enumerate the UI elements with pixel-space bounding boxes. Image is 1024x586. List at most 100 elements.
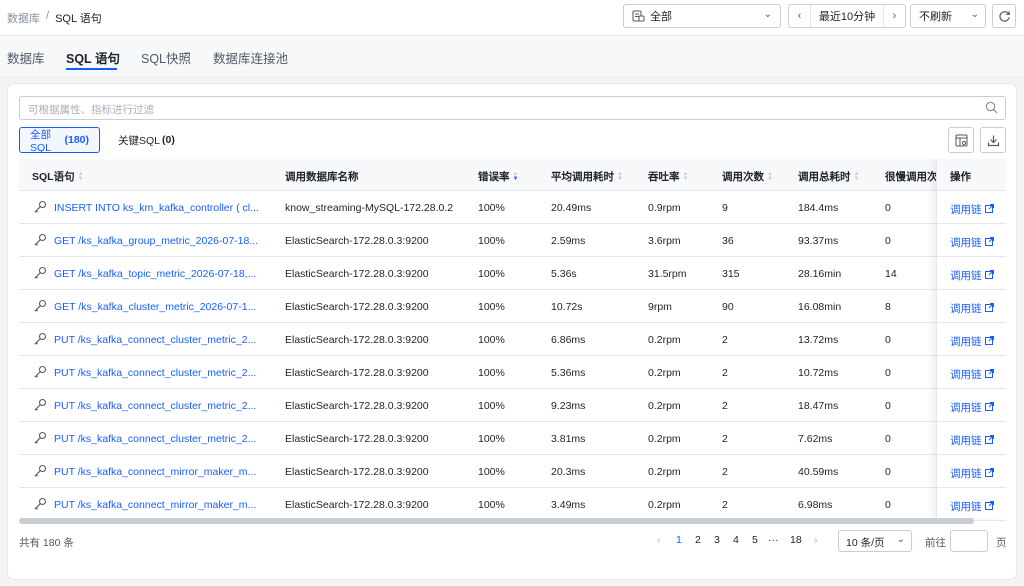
table-row-op: 调用链 <box>937 356 1006 389</box>
cell-slow-calls: 14 <box>885 268 897 280</box>
cell-error-rate: 100% <box>478 400 505 412</box>
page-number[interactable]: 18 <box>790 534 802 546</box>
breadcrumb: 数据库 / SQL 语句 <box>7 10 102 26</box>
scope-select[interactable]: 全部 ⌄ <box>623 4 781 28</box>
trace-link[interactable]: 调用链 <box>950 400 994 415</box>
cell-sql[interactable]: GET /ks_kafka_group_metric_2026-07-18... <box>54 235 258 247</box>
external-link-icon <box>984 500 994 513</box>
sort-icon[interactable]: ▲ ▼ <box>513 171 519 182</box>
cell-sql[interactable]: PUT /ks_kafka_connect_mirror_maker_m... <box>54 499 256 511</box>
cell-calls: 2 <box>722 400 728 412</box>
sort-icon[interactable]: ▲ ▼ <box>767 171 773 182</box>
cell-db: ElasticSearch-172.28.0.3:9200 <box>285 433 429 445</box>
cell-db: ElasticSearch-172.28.0.3:9200 <box>285 466 429 478</box>
external-link-icon <box>984 401 994 414</box>
scope-select-value: 全部 <box>650 11 672 23</box>
cell-sql[interactable]: GET /ks_kafka_cluster_metric_2026-07-1..… <box>54 301 256 313</box>
cell-total-time: 16.08min <box>798 301 842 313</box>
cell-sql[interactable]: INSERT INTO ks_km_kafka_controller ( cl.… <box>54 202 259 214</box>
page-number[interactable]: 3 <box>714 534 720 546</box>
trace-link[interactable]: 调用链 <box>950 367 994 382</box>
column-settings-button[interactable] <box>948 127 974 153</box>
page-ellipsis[interactable]: ··· <box>768 534 779 546</box>
filter-input[interactable]: 可根据属性、指标进行过滤 <box>19 96 1006 120</box>
trace-link[interactable]: 调用链 <box>950 334 994 349</box>
sort-icon[interactable]: ▲ ▼ <box>617 171 623 182</box>
column-header-db: 调用数据库名称 <box>285 169 359 184</box>
active-tab-indicator <box>66 68 117 70</box>
trace-link[interactable]: 调用链 <box>950 235 994 250</box>
sort-icon[interactable]: ▲ ▼ <box>683 171 689 182</box>
trace-link[interactable]: 调用链 <box>950 301 994 316</box>
cell-avg-time: 5.36s <box>551 268 577 280</box>
goto-page-input[interactable] <box>950 530 988 552</box>
cell-throughput: 31.5rpm <box>648 268 687 280</box>
cell-slow-calls: 8 <box>885 301 891 313</box>
page-number[interactable]: 5 <box>752 534 758 546</box>
tab-connection-pool[interactable]: 数据库连接池 <box>213 48 288 67</box>
segment-all-sql[interactable]: 全部SQL (180) <box>19 127 100 154</box>
cell-sql[interactable]: PUT /ks_kafka_connect_cluster_metric_2..… <box>54 433 256 445</box>
cell-sql[interactable]: PUT /ks_kafka_connect_mirror_maker_m... <box>54 466 256 478</box>
table-row-op: 调用链 <box>937 257 1006 290</box>
tab-database[interactable]: 数据库 <box>7 48 45 67</box>
column-header-total-time[interactable]: 调用总耗时 ▲ ▼ <box>798 169 859 184</box>
prev-page-icon[interactable]: ‹ <box>657 534 661 546</box>
cell-sql[interactable]: PUT /ks_kafka_connect_cluster_metric_2..… <box>54 367 256 379</box>
time-range-value[interactable]: 最近10分钟 <box>811 8 883 24</box>
trace-link[interactable]: 调用链 <box>950 433 994 448</box>
trace-link-label: 调用链 <box>950 435 982 447</box>
external-link-icon <box>984 236 994 249</box>
external-link-icon <box>984 467 994 480</box>
breadcrumb-current: SQL 语句 <box>55 13 102 25</box>
trace-link-label: 调用链 <box>950 270 982 282</box>
filter-placeholder: 可根据属性、指标进行过滤 <box>28 104 154 116</box>
table-row-op: 调用链 <box>937 323 1006 356</box>
column-header-throughput-label: 吞吐率 <box>648 171 680 183</box>
sort-icon[interactable]: ▲ ▼ <box>854 171 860 182</box>
tab-sql-snapshot[interactable]: SQL快照 <box>141 48 191 67</box>
column-header-error-rate[interactable]: 错误率 ▲ ▼ <box>478 169 518 184</box>
trace-link[interactable]: 调用链 <box>950 499 994 514</box>
trace-link-label: 调用链 <box>950 204 982 216</box>
page-size-value: 10 条/页 <box>846 537 885 549</box>
column-header-db-label: 调用数据库名称 <box>285 171 359 183</box>
page-number[interactable]: 1 <box>676 534 682 546</box>
breadcrumb-root[interactable]: 数据库 <box>7 10 40 26</box>
tab-sql-statements[interactable]: SQL 语句 <box>66 48 120 67</box>
cell-total-time: 40.59ms <box>798 466 839 478</box>
trace-link-label: 调用链 <box>950 468 982 480</box>
chevron-right-icon[interactable]: › <box>883 5 905 27</box>
table-row-op: 调用链 <box>937 455 1006 488</box>
sort-icon[interactable]: ▲ ▼ <box>78 171 84 182</box>
refresh-interval-select[interactable]: 不刷新 ⌄ <box>910 4 986 28</box>
download-button[interactable] <box>980 127 1006 153</box>
search-icon[interactable] <box>985 101 998 117</box>
column-header-sql[interactable]: SQL语句 ▲ ▼ <box>32 169 84 184</box>
column-header-sql-label: SQL语句 <box>32 171 75 183</box>
next-page-icon[interactable]: › <box>814 534 818 546</box>
column-header-calls[interactable]: 调用次数 ▲ ▼ <box>722 169 773 184</box>
page-size-select[interactable]: 10 条/页 ⌄ <box>838 530 912 552</box>
page-number[interactable]: 2 <box>695 534 701 546</box>
page-number[interactable]: 4 <box>733 534 739 546</box>
cell-error-rate: 100% <box>478 235 505 247</box>
cell-sql[interactable]: PUT /ks_kafka_connect_cluster_metric_2..… <box>54 334 256 346</box>
chevron-left-icon[interactable]: ‹ <box>789 5 811 27</box>
column-header-avg-time[interactable]: 平均调用耗时 ▲ ▼ <box>551 169 623 184</box>
cell-sql[interactable]: GET /ks_kafka_topic_metric_2026-07-18,..… <box>54 268 256 280</box>
segment-key-sql[interactable]: 关键SQL (0) <box>108 127 185 153</box>
key-icon <box>33 365 47 382</box>
column-header-throughput[interactable]: 吞吐率 ▲ ▼ <box>648 169 688 184</box>
cell-sql[interactable]: PUT /ks_kafka_connect_cluster_metric_2..… <box>54 400 256 412</box>
trace-link[interactable]: 调用链 <box>950 268 994 283</box>
cell-throughput: 0.2rpm <box>648 367 681 379</box>
cell-error-rate: 100% <box>478 433 505 445</box>
table-header: SQL语句 ▲ ▼ 调用数据库名称 错误率 ▲ ▼ 平均调用耗时 ▲ ▼ 吞吐率 ▲ ▼ 调用次… <box>19 159 1006 191</box>
refresh-button[interactable] <box>992 4 1016 28</box>
segment-key-label: 关键SQL <box>118 134 161 147</box>
trace-link[interactable]: 调用链 <box>950 202 994 217</box>
cell-total-time: 13.72ms <box>798 334 839 346</box>
trace-link[interactable]: 调用链 <box>950 466 994 481</box>
horizontal-scrollbar[interactable] <box>19 518 974 524</box>
